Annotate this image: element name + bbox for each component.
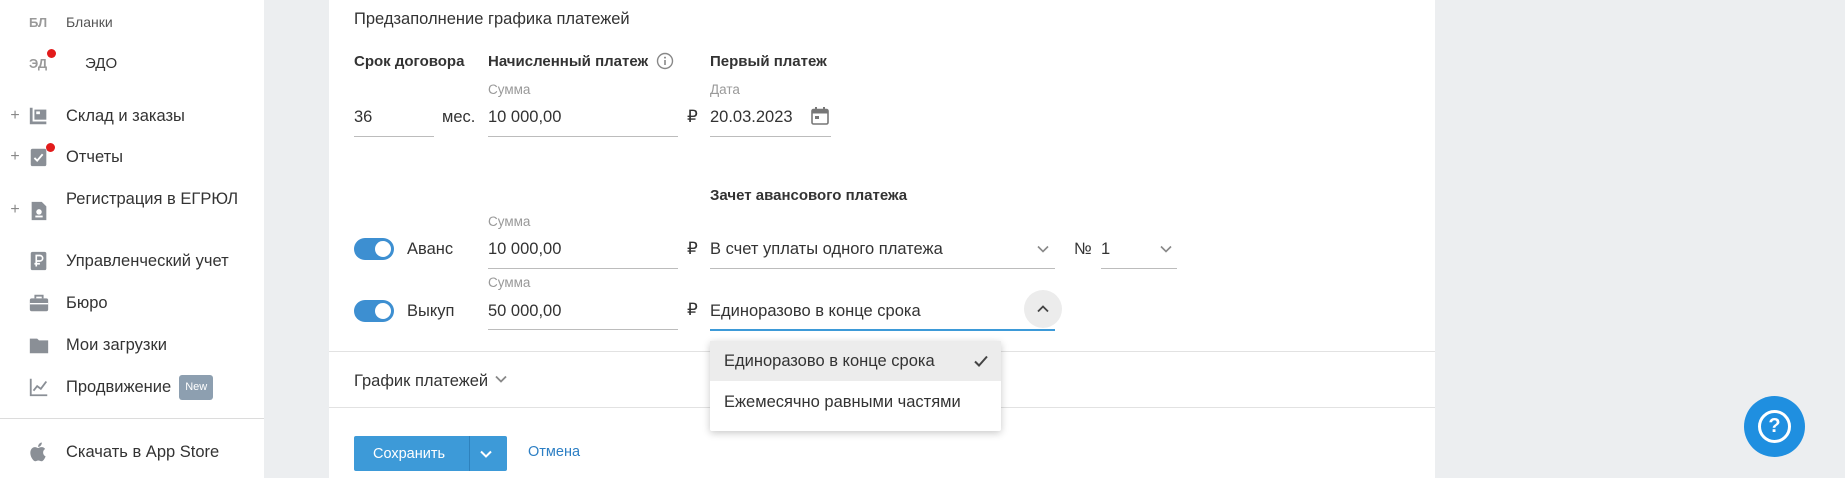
expand-plus-icon[interactable]: + <box>9 201 21 219</box>
ruble-sign: ₽ <box>687 239 698 258</box>
sidebar-item-label: Бюро <box>66 293 108 312</box>
offset-select-underline <box>710 268 1055 269</box>
date-caption: Дата <box>710 82 740 97</box>
folder-icon <box>27 333 51 357</box>
term-input-underline <box>354 136 434 137</box>
notification-dot <box>47 49 56 58</box>
sidebar-item-label: Регистрация в ЕГРЮЛ <box>66 190 239 208</box>
chevron-down-icon <box>494 372 508 391</box>
sidebar-item-app-store[interactable]: Скачать в App Store <box>0 440 264 464</box>
ruble-sign: ₽ <box>687 107 698 126</box>
first-payment-date-input[interactable]: 20.03.2023 <box>710 108 793 127</box>
section-title: Предзаполнение графика платежей <box>354 10 630 28</box>
dropdown-option-once[interactable]: Единоразово в конце срока <box>710 341 1001 381</box>
first-payment-label: Первый платеж <box>710 53 827 70</box>
question-icon: ? <box>1758 410 1791 443</box>
sidebar-item-label: Мои загрузки <box>66 335 167 354</box>
schedule-label: График платежей <box>354 372 489 390</box>
buyout-input-underline <box>488 329 678 330</box>
buyout-mode-select[interactable]: Единоразово в конце срока <box>710 302 921 321</box>
chart-icon <box>27 375 51 399</box>
registration-icon <box>27 199 51 223</box>
save-button[interactable]: Сохранить <box>354 436 507 471</box>
sum-caption: Сумма <box>488 82 531 97</box>
buyout-sum-input[interactable]: 50 000,00 <box>488 302 561 321</box>
date-input-underline <box>710 136 831 137</box>
new-badge: New <box>179 374 214 400</box>
accrued-payment-label: Начисленный платеж <box>488 53 649 70</box>
briefcase-icon <box>27 291 51 315</box>
dropdown-option-monthly[interactable]: Ежемесячно равными частями <box>710 382 1001 422</box>
sidebar-item-promotion[interactable]: Продвижение New <box>0 374 264 400</box>
term-unit: мес. <box>442 108 476 126</box>
sidebar-item-label: Продвижение New <box>66 374 214 400</box>
sidebar-item-label: Управленческий учет <box>66 251 229 270</box>
advance-offset-label: Зачет авансового платежа <box>710 187 908 204</box>
buyout-mode-dropdown: Единоразово в конце срока Ежемесячно рав… <box>710 341 1001 431</box>
chevron-up-icon[interactable] <box>1024 290 1062 328</box>
advance-offset-select[interactable]: В счет уплаты одного платежа <box>710 240 943 259</box>
info-icon[interactable] <box>656 52 674 75</box>
chevron-down-icon[interactable] <box>478 446 494 467</box>
sidebar-item-label: Склад и заказы <box>66 106 185 125</box>
sidebar-item-blanks[interactable]: БЛ Бланки <box>0 11 264 33</box>
sidebar-item-warehouse[interactable]: + Склад и заказы <box>0 104 264 128</box>
number-sign: № <box>1074 240 1092 258</box>
sum-caption: Сумма <box>488 214 531 229</box>
schedule-toggle[interactable]: График платежей <box>354 372 508 391</box>
sidebar-item-management[interactable]: Управленческий учет <box>0 249 264 273</box>
notification-dot <box>46 143 55 152</box>
sidebar-item-label: Бланки <box>66 13 113 30</box>
calendar-icon[interactable] <box>810 106 830 131</box>
ruble-doc-icon <box>27 249 51 273</box>
term-input[interactable]: 36 <box>354 108 372 127</box>
sidebar-item-reports[interactable]: + Отчеты <box>0 143 264 169</box>
payment-number-select[interactable]: 1 <box>1101 240 1110 259</box>
option-label: Единоразово в конце срока <box>724 351 935 370</box>
accrued-input-underline <box>488 136 678 137</box>
sidebar-item-bureau[interactable]: Бюро <box>0 291 264 315</box>
sidebar-item-label: ЭДО <box>85 54 118 72</box>
number-select-underline <box>1101 268 1177 269</box>
buyout-toggle[interactable] <box>354 300 394 322</box>
sidebar-divider <box>0 418 264 419</box>
ruble-sign: ₽ <box>687 300 698 319</box>
chevron-down-icon[interactable] <box>1159 242 1173 261</box>
sidebar-item-label: Отчеты <box>66 147 124 166</box>
expand-plus-icon[interactable]: + <box>9 148 21 166</box>
help-button[interactable]: ? <box>1744 396 1805 457</box>
mode-select-underline-active <box>710 329 1055 331</box>
edo-abbr-icon: ЭД <box>29 55 48 71</box>
advance-sum-input[interactable]: 10 000,00 <box>488 240 561 259</box>
check-icon <box>973 353 989 374</box>
sidebar-item-edo[interactable]: ЭД ЭДО <box>0 49 264 74</box>
expand-plus-icon[interactable]: + <box>9 107 21 125</box>
option-label: Ежемесячно равными частями <box>724 392 961 411</box>
blanks-abbr-icon: БЛ <box>29 14 48 30</box>
buyout-label: Выкуп <box>407 302 455 320</box>
warehouse-icon <box>27 104 51 128</box>
save-button-label: Сохранить <box>373 445 446 462</box>
advance-toggle[interactable] <box>354 238 394 260</box>
sidebar-item-label: Скачать в App Store <box>66 442 220 461</box>
chevron-down-icon[interactable] <box>1036 242 1050 261</box>
term-label: Срок договора <box>354 53 465 70</box>
sidebar-item-registration[interactable]: + Регистрация в ЕГРЮЛ <box>0 189 264 233</box>
advance-input-underline <box>488 268 678 269</box>
accrued-payment-input[interactable]: 10 000,00 <box>488 108 561 127</box>
button-separator <box>469 436 470 471</box>
sum-caption: Сумма <box>488 275 531 290</box>
cancel-link[interactable]: Отмена <box>528 444 580 460</box>
sidebar-item-downloads[interactable]: Мои загрузки <box>0 333 264 357</box>
advance-label: Аванс <box>407 240 454 258</box>
sidebar: БЛ Бланки ЭД ЭДО + Склад и заказы + Отче… <box>0 0 264 478</box>
apple-icon <box>27 440 51 464</box>
